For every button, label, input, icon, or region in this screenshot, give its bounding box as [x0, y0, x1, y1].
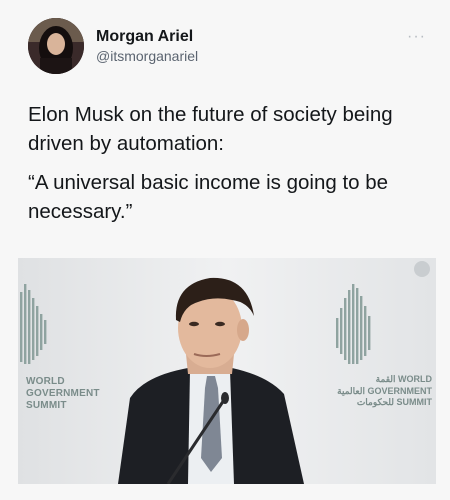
wgs-logo-left-line: GOVERNMENT	[26, 388, 100, 399]
more-dots-icon[interactable]: ···	[407, 28, 426, 46]
avatar-image	[28, 18, 84, 74]
tweet-text: Elon Musk on the future of society being…	[28, 100, 423, 236]
wgs-logo-right-line: العالمية GOVERNMENT	[337, 385, 432, 396]
author-block: Morgan Ariel @itsmorganariel	[96, 27, 198, 65]
media-photo	[18, 258, 436, 484]
tweet-card: Morgan Ariel @itsmorganariel ··· Elon Mu…	[0, 0, 450, 500]
avatar[interactable]	[28, 18, 84, 74]
wgs-logo-left-line: WORLD	[26, 376, 65, 387]
tweet-paragraph: Elon Musk on the future of society being…	[28, 103, 393, 155]
wgs-logo-right-line: للحكومات SUMMIT	[356, 397, 432, 407]
display-name[interactable]: Morgan Ariel	[96, 27, 198, 46]
tweet-paragraph: “A universal basic income is going to be…	[28, 171, 389, 223]
tweet-media[interactable]: WORLD GOVERNMENT SUMMIT القمة WORLD العا…	[18, 258, 436, 484]
user-handle[interactable]: @itsmorganariel	[96, 48, 198, 65]
wgs-logo-right: القمة WORLD العالمية GOVERNMENT للحكومات…	[308, 374, 432, 409]
wgs-logo-left: WORLD GOVERNMENT SUMMIT	[26, 376, 100, 412]
wgs-logo-right-line: القمة WORLD	[375, 374, 432, 384]
wgs-logo-left-line: SUMMIT	[26, 400, 67, 411]
tweet-header: Morgan Ariel @itsmorganariel	[28, 18, 198, 74]
